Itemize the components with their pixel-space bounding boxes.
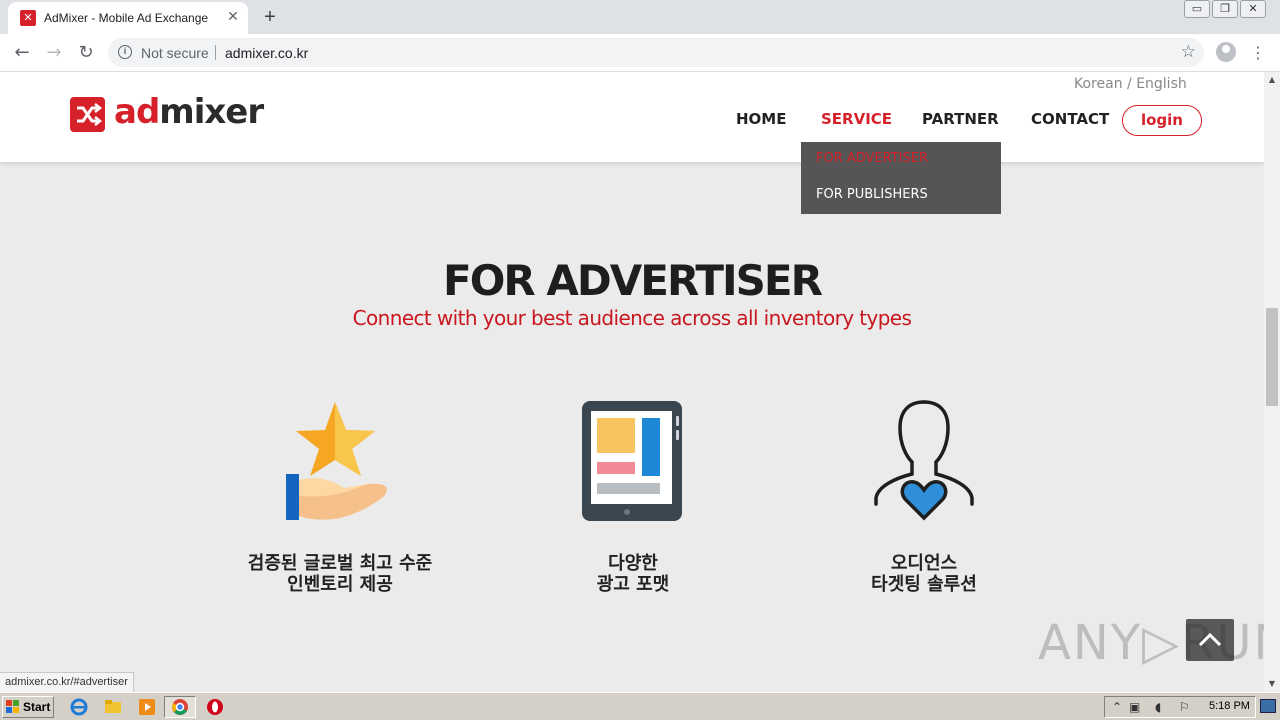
lang-separator: /: [1122, 76, 1137, 92]
status-bar-url: admixer.co.kr/#advertiser: [0, 672, 134, 692]
service-dropdown-menu: FOR ADVERTISER FOR PUBLISHERS: [801, 142, 1001, 214]
omnibox-divider: [215, 45, 216, 60]
tablet-ad-icon: [581, 400, 683, 526]
restore-button[interactable]: ❐: [1212, 0, 1238, 18]
scroll-up-arrow-icon[interactable]: ▲: [1264, 72, 1280, 88]
logo-ad: ad: [114, 92, 160, 132]
feature-inventory-line1: 검증된 글로벌 최고 수준: [247, 553, 433, 574]
show-desktop-icon[interactable]: [1260, 699, 1276, 713]
close-window-button[interactable]: ✕: [1240, 0, 1266, 18]
page-scrollbar[interactable]: ▲ ▼: [1264, 72, 1280, 692]
tray-expand-icon[interactable]: ⌃: [1112, 700, 1122, 714]
system-tray: ⌃ ▣ ◖ ⚐ 5:18 PM: [1104, 696, 1256, 718]
internet-explorer-icon[interactable]: [70, 698, 88, 716]
bookmark-star-icon[interactable]: ☆: [1181, 42, 1196, 62]
browser-tab-bar: ✕ AdMixer - Mobile Ad Exchange ✕ + ▭ ❐ ✕: [0, 0, 1280, 34]
chrome-menu-icon[interactable]: ⋮: [1250, 41, 1266, 65]
back-arrow-icon[interactable]: ←: [10, 41, 34, 65]
admixer-logo-text[interactable]: admixer: [114, 92, 264, 132]
action-center-flag-icon[interactable]: ⚐: [1179, 700, 1190, 714]
address-bar[interactable]: i Not secure admixer.co.kr ☆: [108, 38, 1204, 67]
volume-icon[interactable]: ◖: [1155, 700, 1161, 714]
start-label: Start: [23, 700, 51, 714]
section-subtitle: Connect with your best audience across a…: [352, 306, 912, 330]
admixer-logo-icon[interactable]: [70, 97, 105, 132]
chevron-up-icon: [1198, 632, 1222, 647]
feature-audience-line1: 오디언스: [890, 553, 958, 574]
media-player-icon[interactable]: [138, 698, 156, 716]
person-heart-icon: [874, 400, 974, 528]
site-header: admixer Korean / English HOME SERVICE PA…: [0, 72, 1264, 162]
nav-service[interactable]: SERVICE: [821, 110, 892, 128]
tab-close-icon[interactable]: ✕: [224, 8, 242, 26]
url-text[interactable]: admixer.co.kr: [225, 45, 308, 61]
tab-title: AdMixer - Mobile Ad Exchange: [44, 11, 209, 25]
security-label[interactable]: Not secure: [141, 45, 209, 61]
opera-icon[interactable]: [206, 698, 224, 716]
feature-audience-line2: 타겟팅 솔루션: [871, 574, 977, 595]
section-title: FOR ADVERTISER: [443, 256, 823, 305]
chrome-icon: [172, 699, 188, 715]
scroll-to-top-button[interactable]: [1186, 619, 1234, 661]
language-switcher: Korean / English: [1074, 76, 1187, 92]
nav-contact[interactable]: CONTACT: [1031, 110, 1109, 128]
page-viewport: admixer Korean / English HOME SERVICE PA…: [0, 72, 1264, 692]
info-icon[interactable]: i: [118, 45, 132, 59]
logo-mixer: mixer: [159, 92, 264, 132]
nav-partner[interactable]: PARTNER: [922, 110, 999, 128]
admixer-favicon-icon: ✕: [20, 10, 36, 26]
browser-tab[interactable]: ✕ AdMixer - Mobile Ad Exchange ✕: [8, 2, 248, 34]
start-button[interactable]: Start: [2, 696, 54, 718]
feature-ad-formats-line1: 다양한: [608, 553, 658, 574]
dropdown-item-advertiser[interactable]: FOR ADVERTISER: [816, 151, 928, 166]
feature-audience-targeting: 오디언스 타겟팅 솔루션: [774, 553, 1074, 595]
feature-ad-formats-line2: 광고 포맷: [596, 574, 670, 595]
scroll-down-arrow-icon[interactable]: ▼: [1264, 676, 1280, 692]
file-explorer-icon[interactable]: [104, 698, 122, 716]
feature-ad-formats: 다양한 광고 포맷: [483, 553, 783, 595]
windows-taskbar: Start ⌃ ▣ ◖ ⚐ 5:18 PM: [0, 692, 1280, 720]
minimize-button[interactable]: ▭: [1184, 0, 1210, 18]
lang-english-link[interactable]: English: [1136, 76, 1187, 92]
window-controls: ▭ ❐ ✕: [1184, 0, 1266, 18]
browser-toolbar: ← → ↻ i Not secure admixer.co.kr ☆ ⋮: [0, 34, 1280, 72]
nav-home[interactable]: HOME: [736, 110, 786, 128]
profile-avatar-icon[interactable]: [1216, 42, 1236, 62]
taskbar-chrome-button[interactable]: [164, 696, 196, 718]
login-button[interactable]: login: [1122, 105, 1202, 136]
taskbar-clock[interactable]: 5:18 PM: [1209, 700, 1250, 712]
new-tab-button[interactable]: +: [258, 5, 282, 29]
feature-inventory: 검증된 글로벌 최고 수준 인벤토리 제공: [190, 553, 490, 595]
forward-arrow-icon[interactable]: →: [42, 41, 66, 65]
lang-korean-link[interactable]: Korean: [1074, 76, 1123, 92]
feature-inventory-line2: 인벤토리 제공: [287, 574, 393, 595]
star-hand-icon: [284, 400, 396, 528]
windows-flag-icon: [6, 700, 19, 713]
reload-icon[interactable]: ↻: [74, 41, 98, 65]
network-icon[interactable]: ▣: [1129, 700, 1140, 714]
dropdown-item-publishers[interactable]: FOR PUBLISHERS: [816, 187, 928, 202]
scrollbar-thumb[interactable]: [1266, 308, 1278, 406]
